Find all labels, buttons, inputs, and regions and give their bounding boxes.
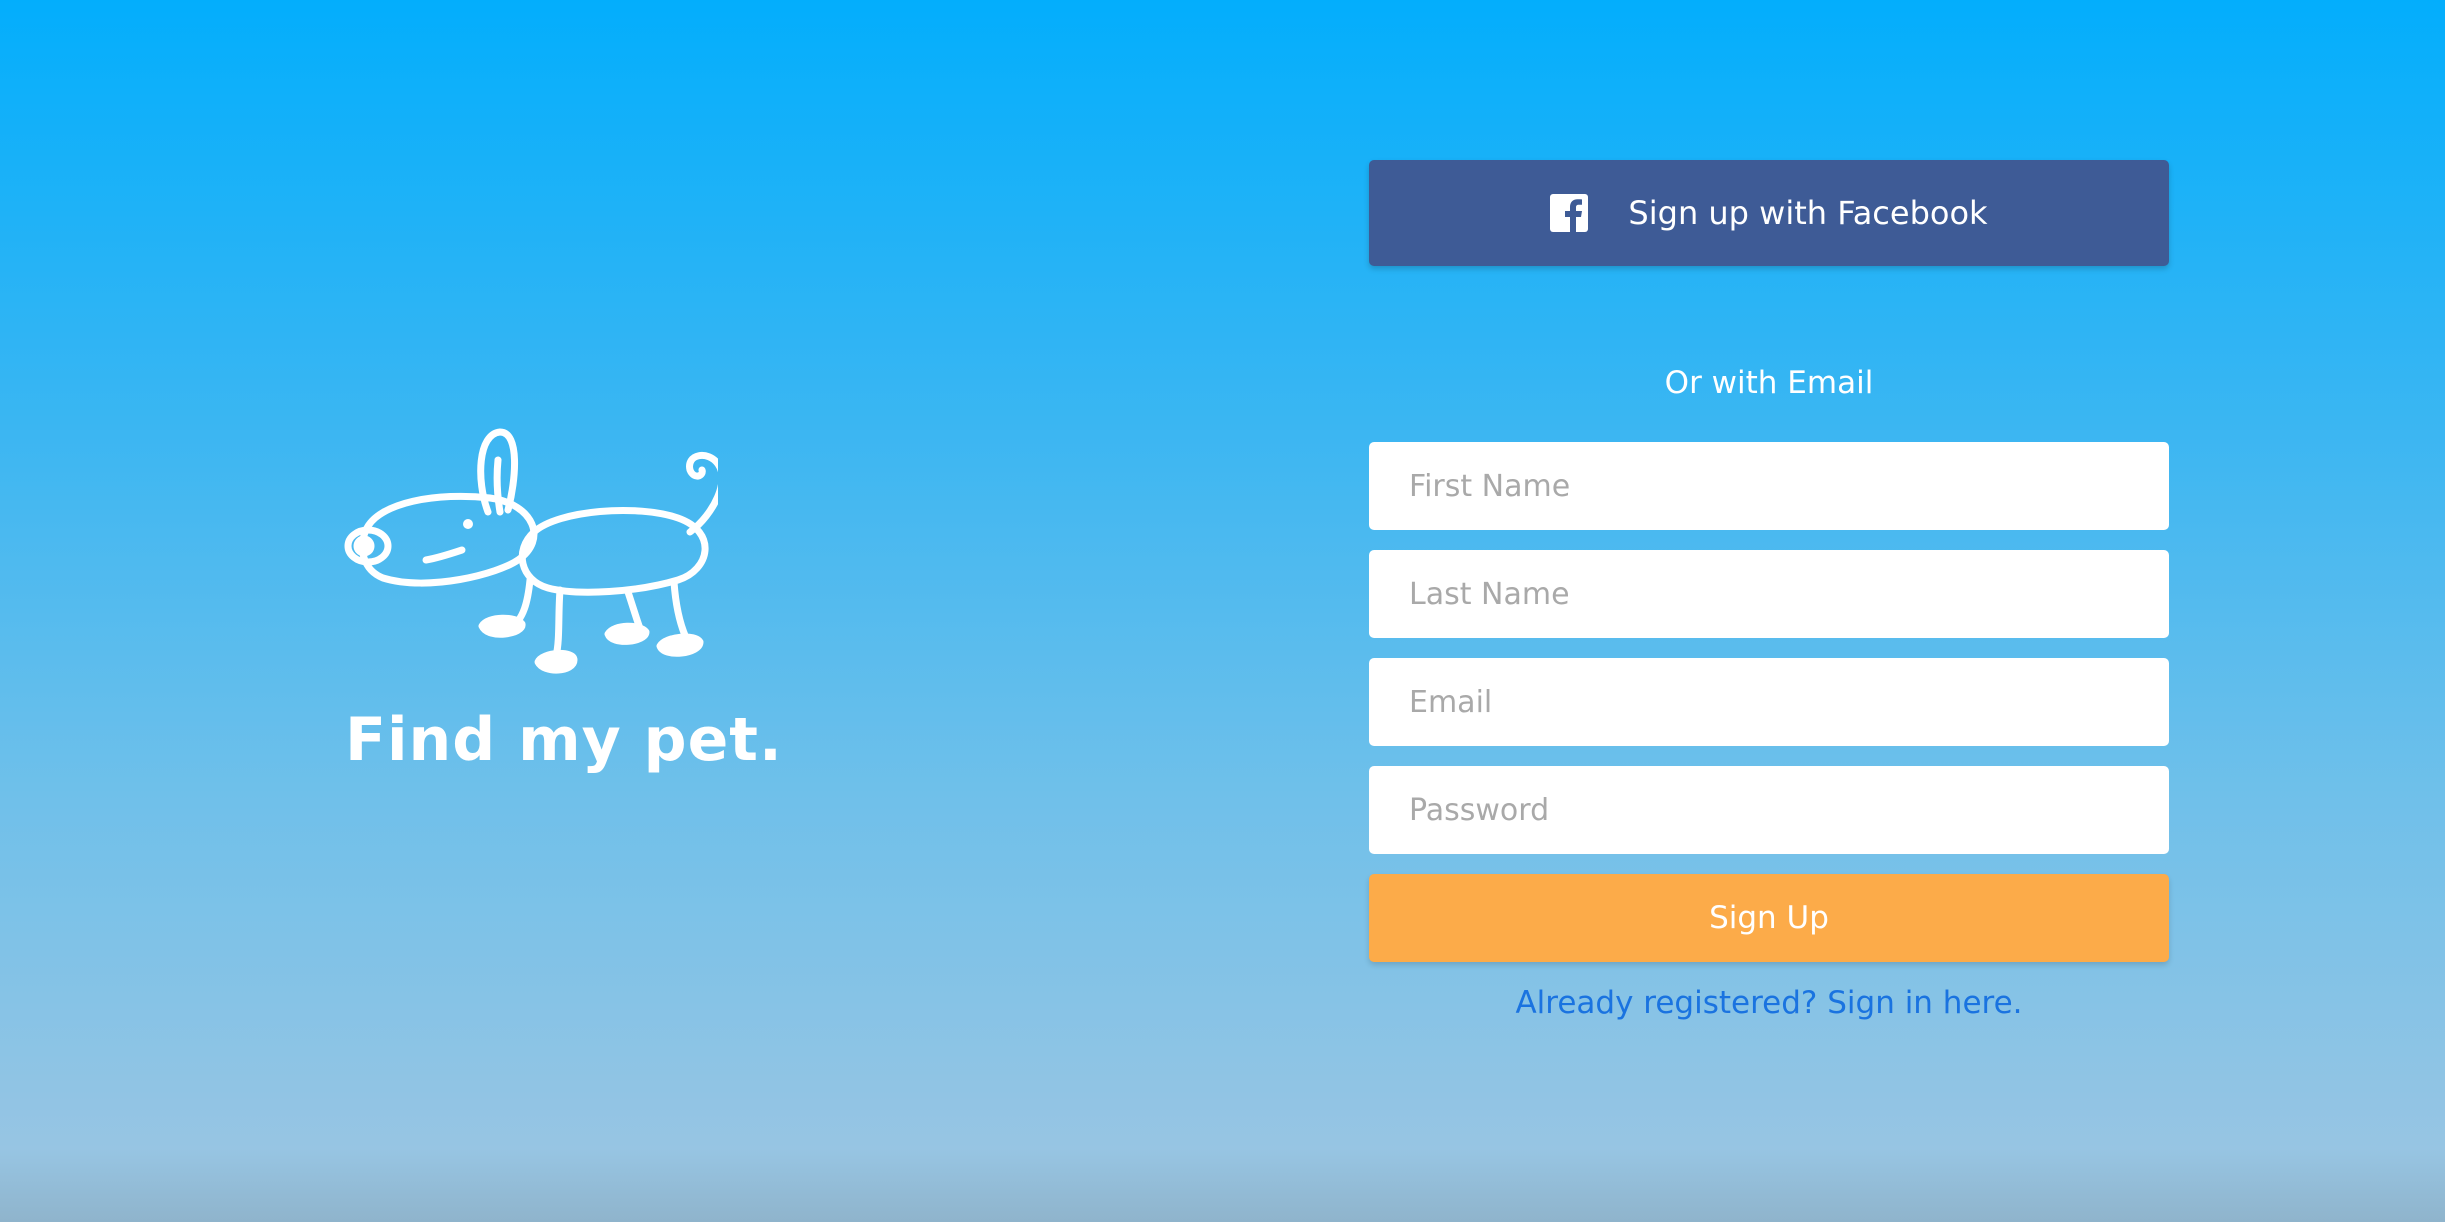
signin-link[interactable]: Already registered? Sign in here. [1369, 985, 2169, 1021]
email-input[interactable] [1369, 658, 2169, 746]
last-name-input[interactable] [1369, 550, 2169, 638]
or-with-email-label: Or with Email [1664, 365, 1874, 401]
dog-icon [344, 428, 718, 674]
facebook-icon [1550, 194, 1589, 232]
password-input[interactable] [1369, 766, 2169, 854]
signup-button-label: Sign Up [1709, 900, 1829, 936]
brand-title: Find my pet. [345, 705, 783, 775]
facebook-signup-label: Sign up with Facebook [1628, 194, 1988, 232]
brand-panel: Find my pet. [320, 420, 782, 800]
facebook-signup-button[interactable]: Sign up with Facebook [1369, 160, 2169, 266]
signup-button[interactable]: Sign Up [1369, 874, 2169, 962]
first-name-input[interactable] [1369, 442, 2169, 530]
